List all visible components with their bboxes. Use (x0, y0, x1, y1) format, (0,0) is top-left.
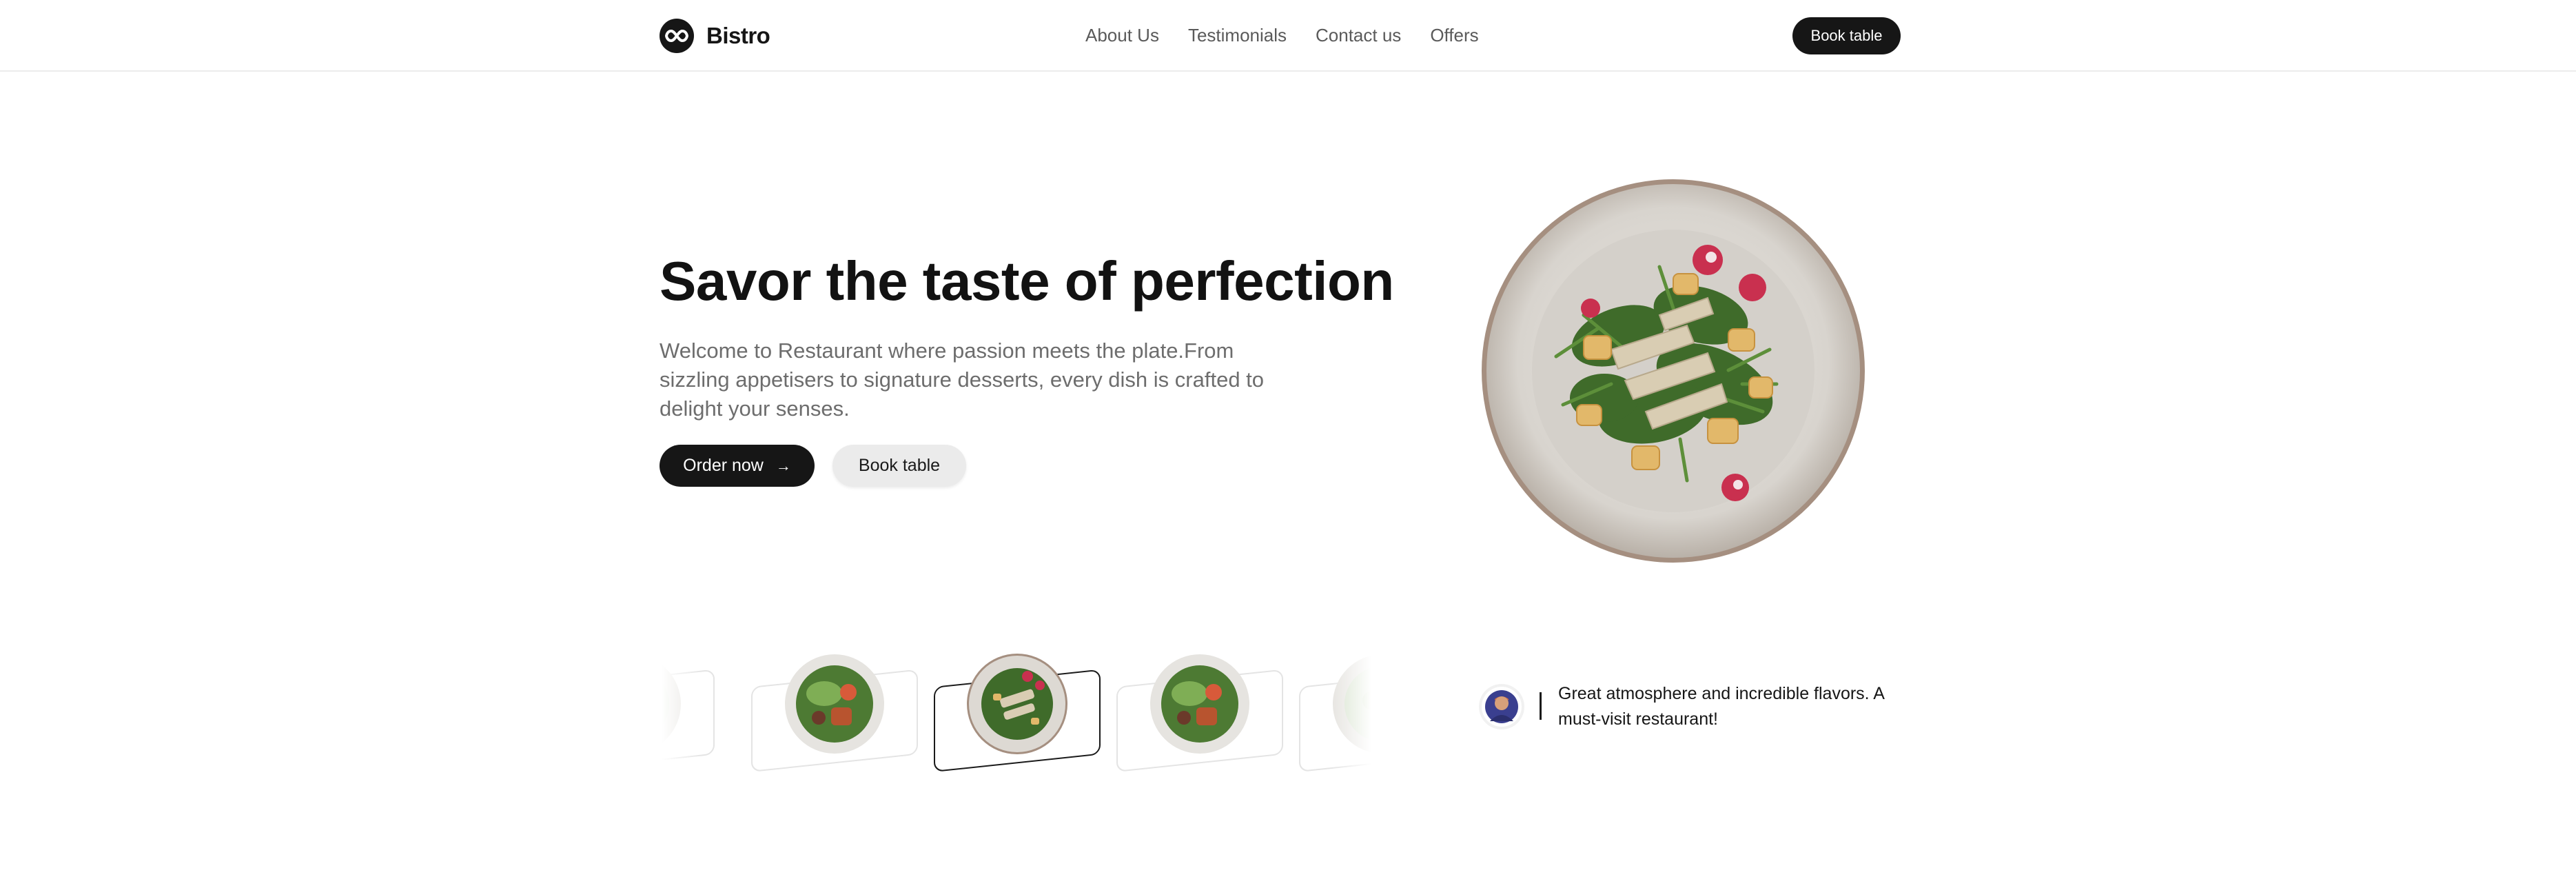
nav-testimonials[interactable]: Testimonials (1188, 25, 1287, 46)
testimonial-quote: Great atmosphere and incredible flavors.… (1558, 684, 1884, 729)
dish-thumbnail (785, 654, 884, 754)
book-table-button[interactable]: Book table (832, 445, 966, 487)
dish-thumbnail (967, 654, 1067, 754)
hero-actions: Order now → Book table (660, 445, 966, 487)
carousel-card[interactable] (751, 652, 918, 772)
dish-carousel[interactable] (662, 641, 1371, 779)
nav-offers[interactable]: Offers (1430, 25, 1478, 46)
infinity-logo-icon (660, 19, 694, 53)
nav-contact-us[interactable]: Contact us (1316, 25, 1401, 46)
main-nav: About Us Testimonials Contact us Offers (1085, 25, 1479, 46)
hero-title: Savor the taste of perfection (660, 250, 1394, 312)
hero-description: Welcome to Restaurant where passion meet… (660, 339, 1265, 421)
brand-logo[interactable]: Bistro (660, 19, 770, 53)
header-book-table-button[interactable]: Book table (1792, 17, 1901, 54)
order-now-button[interactable]: Order now → (660, 445, 815, 487)
nav-about-us[interactable]: About Us (1085, 25, 1159, 46)
carousel-card[interactable] (1116, 652, 1283, 772)
dish-thumbnail (1150, 654, 1249, 754)
hero-dish-image (1480, 177, 1866, 565)
user-avatar-icon (1485, 690, 1518, 723)
arrow-right-icon: → (775, 456, 791, 474)
site-header: Bistro About Us Testimonials Contact us … (0, 0, 2576, 72)
testimonial: Great atmosphere and incredible flavors.… (1482, 681, 1903, 732)
carousel-card-active[interactable] (934, 652, 1101, 772)
quote-divider (1540, 692, 1542, 720)
brand-name: Bistro (706, 23, 770, 48)
reviewer-avatar (1482, 687, 1522, 727)
order-now-label: Order now (683, 456, 764, 475)
